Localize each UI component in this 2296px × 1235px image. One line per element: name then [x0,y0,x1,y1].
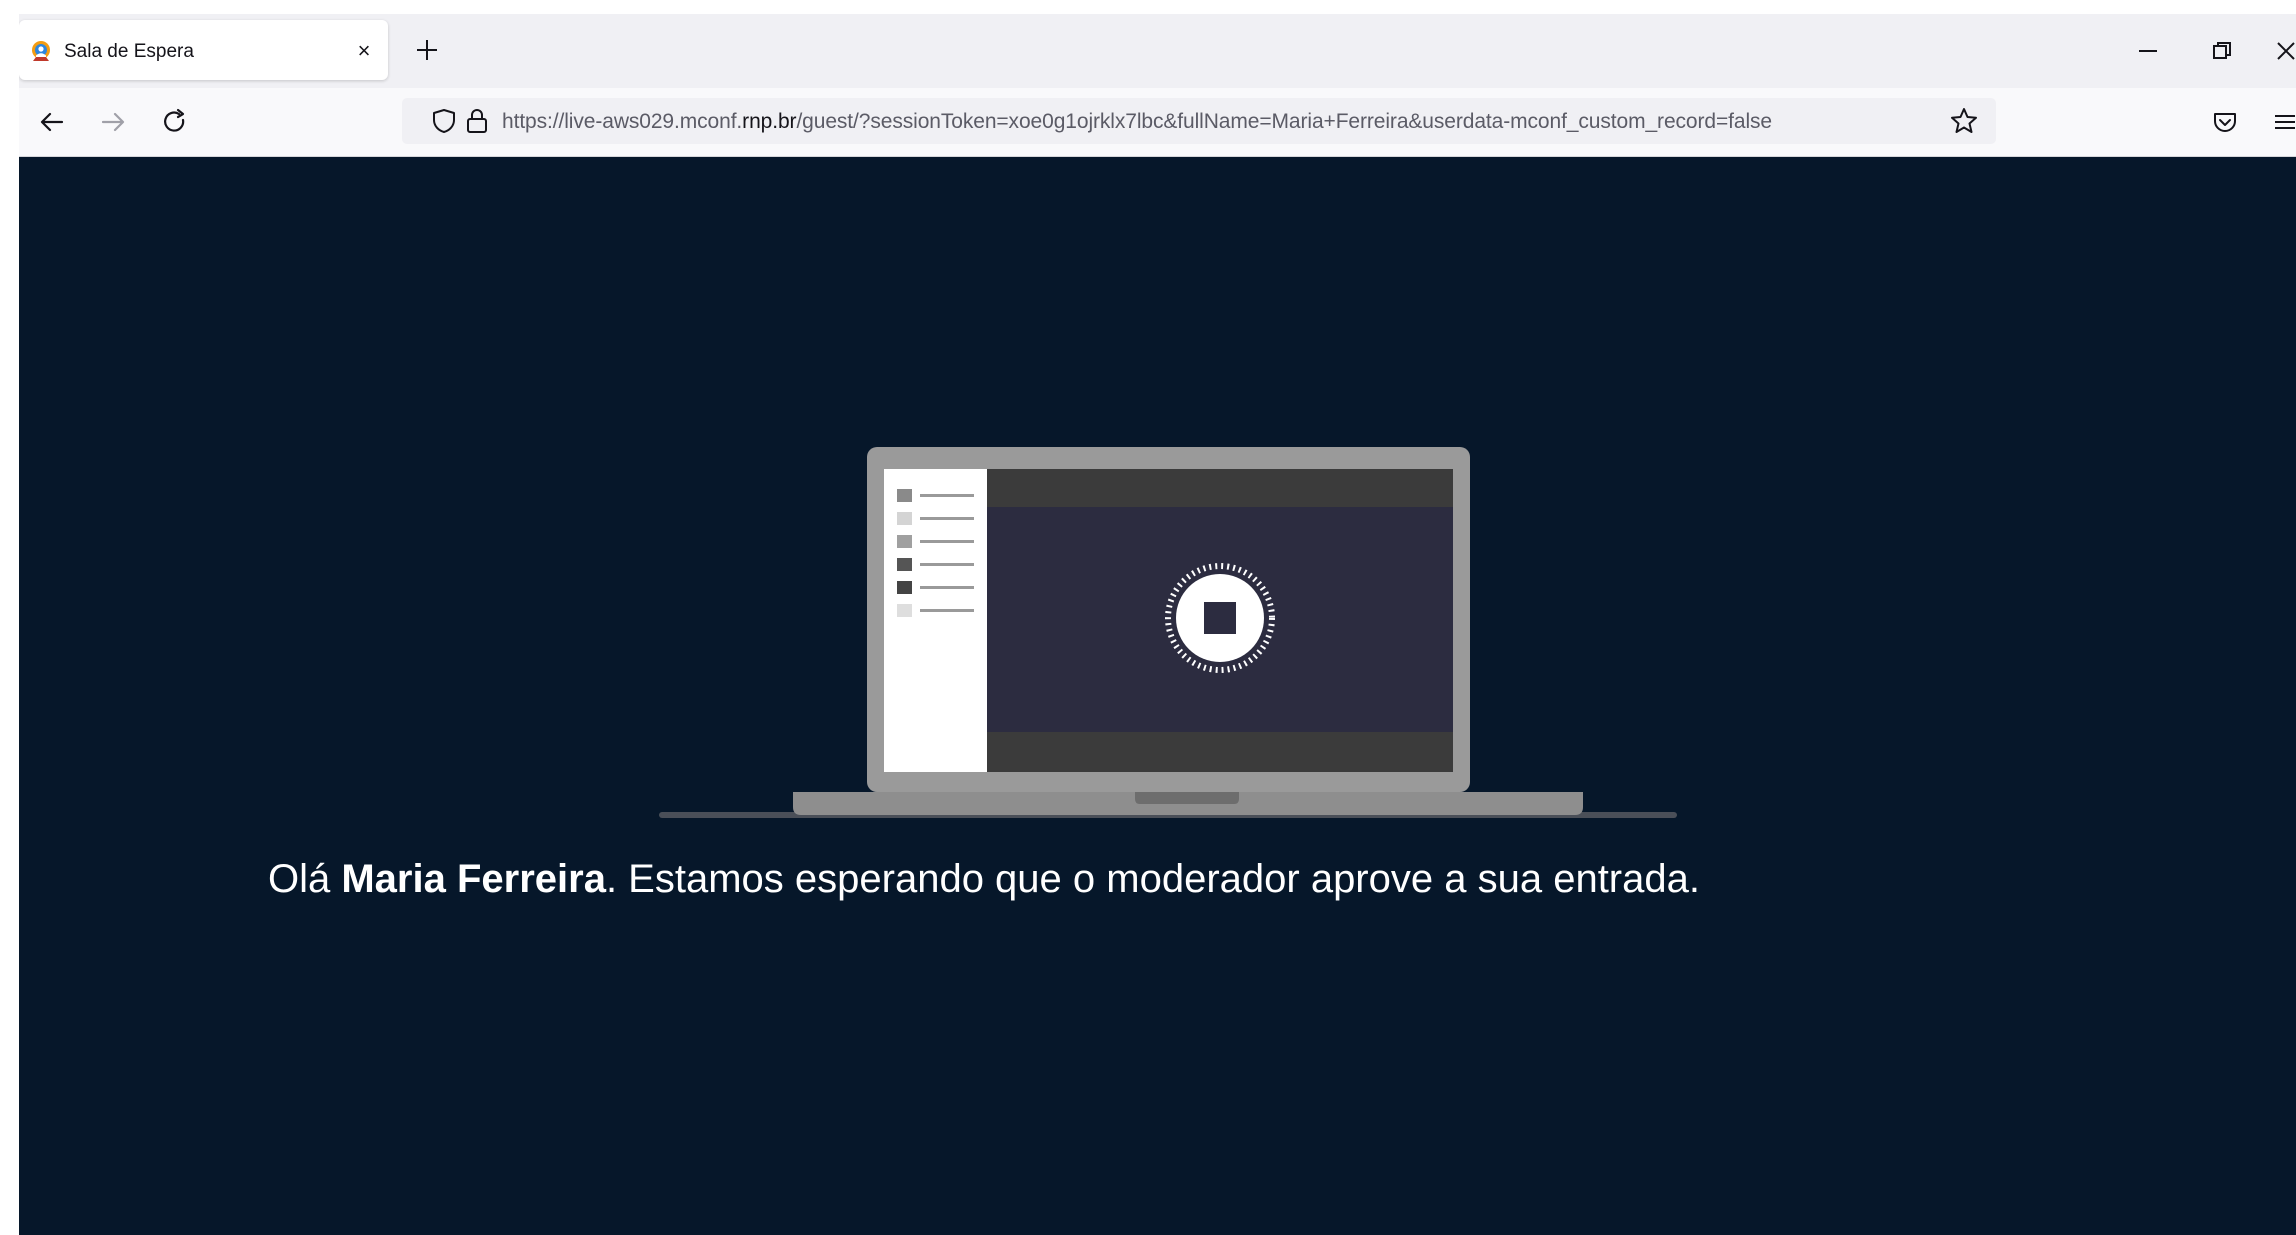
url-domain: rnp.br [742,110,797,133]
url-prefix: https://live-aws029.mconf. [502,110,743,133]
greeting-prefix: Olá [268,857,342,901]
url-text[interactable]: https://live-aws029.mconf.rnp.br/guest/?… [502,110,1937,134]
back-arrow-icon[interactable] [36,106,68,138]
navigation-bar: https://live-aws029.mconf.rnp.br/guest/?… [19,88,2296,157]
browser-window: Sala de Espera × https://live-aws029.mco… [19,14,2296,1235]
lock-icon[interactable] [464,107,490,135]
new-tab-icon[interactable] [411,34,443,66]
forward-arrow-icon[interactable] [97,106,129,138]
tracking-protection-shield-icon[interactable] [430,107,458,135]
mconf-logo-icon [32,41,50,61]
pocket-icon[interactable] [2209,106,2241,138]
minimize-icon[interactable] [2131,34,2165,68]
bookmark-star-icon[interactable] [1949,106,1979,136]
tab-title: Sala de Espera [64,41,194,62]
tab-strip: Sala de Espera × [19,14,2296,88]
window-close-icon[interactable] [2269,34,2296,68]
greeting-suffix: . Estamos esperando que o moderador apro… [605,857,1700,901]
waiting-message: Olá Maria Ferreira. Estamos esperando qu… [19,857,1949,902]
restore-icon[interactable] [2205,34,2239,68]
tab-sala-de-espera[interactable]: Sala de Espera × [19,20,388,80]
menu-icon[interactable] [2269,106,2296,138]
reload-icon[interactable] [159,106,191,138]
waiting-room-page: Olá Maria Ferreira. Estamos esperando qu… [19,157,2296,1235]
laptop-illustration [659,447,1677,818]
tab-close-icon[interactable]: × [351,38,377,64]
url-path: /guest/?sessionToken=xoe0g1ojrklx7lbc&fu… [796,110,1773,133]
user-name: Maria Ferreira [341,857,606,901]
address-bar[interactable]: https://live-aws029.mconf.rnp.br/guest/?… [402,98,1996,144]
